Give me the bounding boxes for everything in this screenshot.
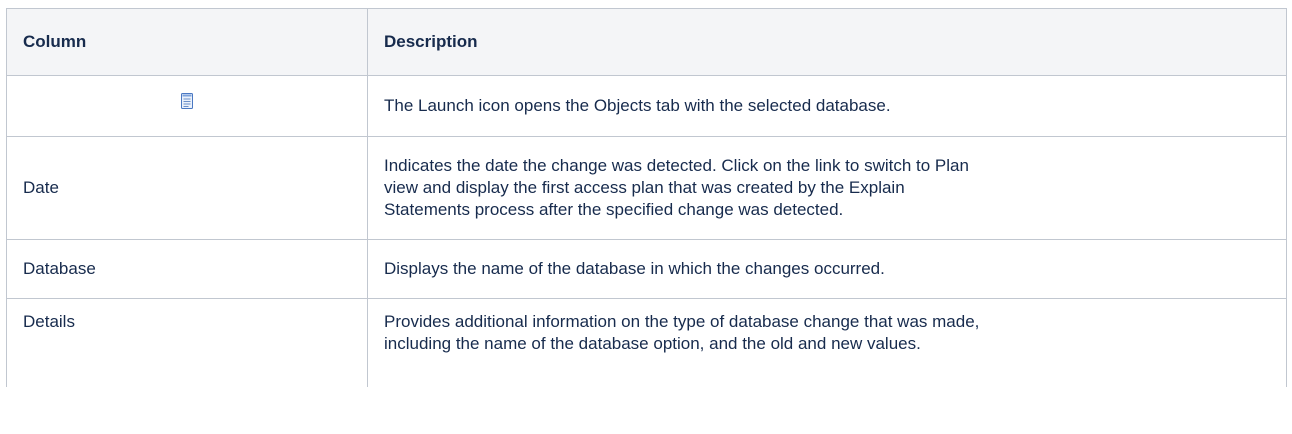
table-row: Database Displays the name of the databa… bbox=[6, 239, 1287, 299]
row-description: Provides additional information on the t… bbox=[367, 298, 1287, 387]
description-line: including the name of the database optio… bbox=[384, 334, 921, 353]
description-line: Indicates the date the change was detect… bbox=[384, 156, 969, 175]
row-column-name: Date bbox=[6, 136, 368, 240]
row-column-name: Database bbox=[6, 239, 368, 299]
description-line: Statements process after the specified c… bbox=[384, 200, 844, 219]
row-description: Indicates the date the change was detect… bbox=[367, 136, 1287, 240]
table-row: Details Provides additional information … bbox=[6, 298, 1287, 387]
table-row: Date Indicates the date the change was d… bbox=[6, 136, 1287, 240]
launch-icon-cell bbox=[6, 75, 368, 137]
description-line: view and display the first access plan t… bbox=[384, 178, 905, 197]
header-column: Column bbox=[6, 8, 368, 76]
table-header-row: Column Description bbox=[6, 8, 1287, 76]
table-row: The Launch icon opens the Objects tab wi… bbox=[6, 75, 1287, 137]
header-description: Description bbox=[367, 8, 1287, 76]
document-icon bbox=[181, 93, 193, 109]
description-line: Provides additional information on the t… bbox=[384, 312, 980, 331]
info-table-container: Column Description The Launch icon opens… bbox=[6, 8, 1287, 387]
column-description-table: Column Description The Launch icon opens… bbox=[6, 8, 1287, 387]
row-description: The Launch icon opens the Objects tab wi… bbox=[367, 75, 1287, 137]
row-column-name: Details bbox=[6, 298, 368, 387]
row-description: Displays the name of the database in whi… bbox=[367, 239, 1287, 299]
